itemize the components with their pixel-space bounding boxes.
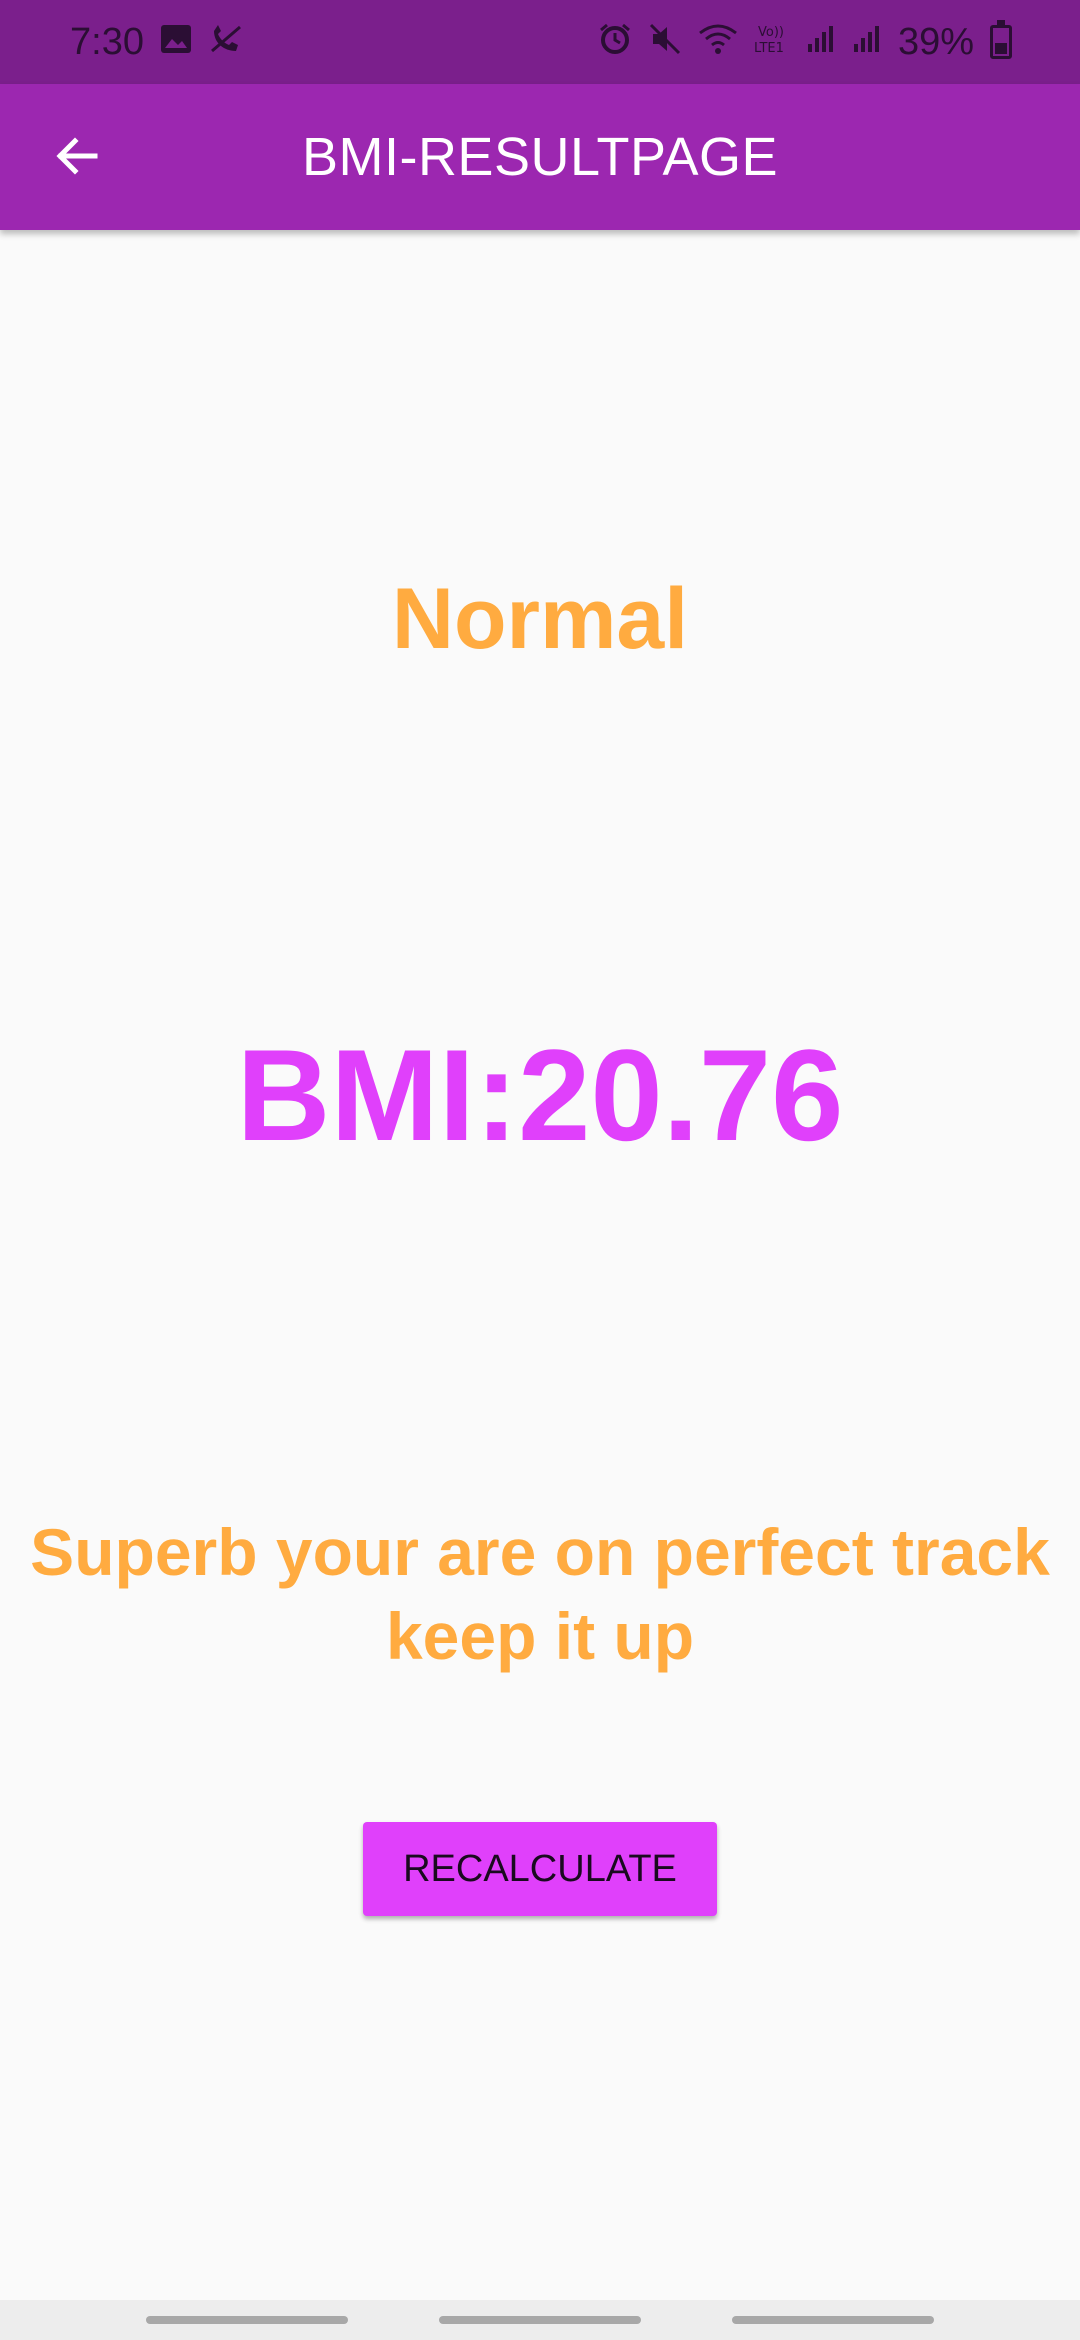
status-bar: 7:30 Vo)) LTE1 39%: [0, 0, 1080, 84]
wifi-icon: [698, 23, 738, 61]
system-nav-bar: [0, 2300, 1080, 2340]
nav-back-handle[interactable]: [732, 2316, 935, 2324]
nav-home-handle[interactable]: [438, 2316, 641, 2324]
mute-icon: [648, 22, 682, 62]
alarm-icon: [598, 22, 632, 62]
battery-percent: 39%: [897, 20, 974, 63]
no-call-icon: [208, 23, 244, 61]
battery-icon: [990, 20, 1012, 59]
status-right: Vo)) LTE1 39%: [598, 20, 1012, 64]
bmi-message: Superb your are on perfect track keep it…: [30, 1515, 1050, 1673]
app-bar: BMI-RESULTPAGE: [0, 84, 1080, 230]
volte-icon: Vo)) LTE1: [754, 22, 790, 62]
nav-recents-handle[interactable]: [145, 2316, 348, 2324]
svg-text:LTE1: LTE1: [754, 41, 784, 56]
status-left: 7:30: [70, 21, 244, 64]
recalculate-button[interactable]: RECALCULATE: [363, 1822, 717, 1916]
bmi-value: BMI:20.76: [236, 1022, 844, 1168]
bmi-category: Normal: [391, 571, 689, 667]
svg-text:Vo)): Vo)): [758, 25, 784, 40]
page-title: BMI-RESULTPAGE: [301, 127, 779, 187]
image-icon: [160, 24, 192, 60]
signal-icon: [852, 24, 882, 60]
signal-icon: [806, 24, 836, 60]
status-time: 7:30: [70, 20, 144, 63]
